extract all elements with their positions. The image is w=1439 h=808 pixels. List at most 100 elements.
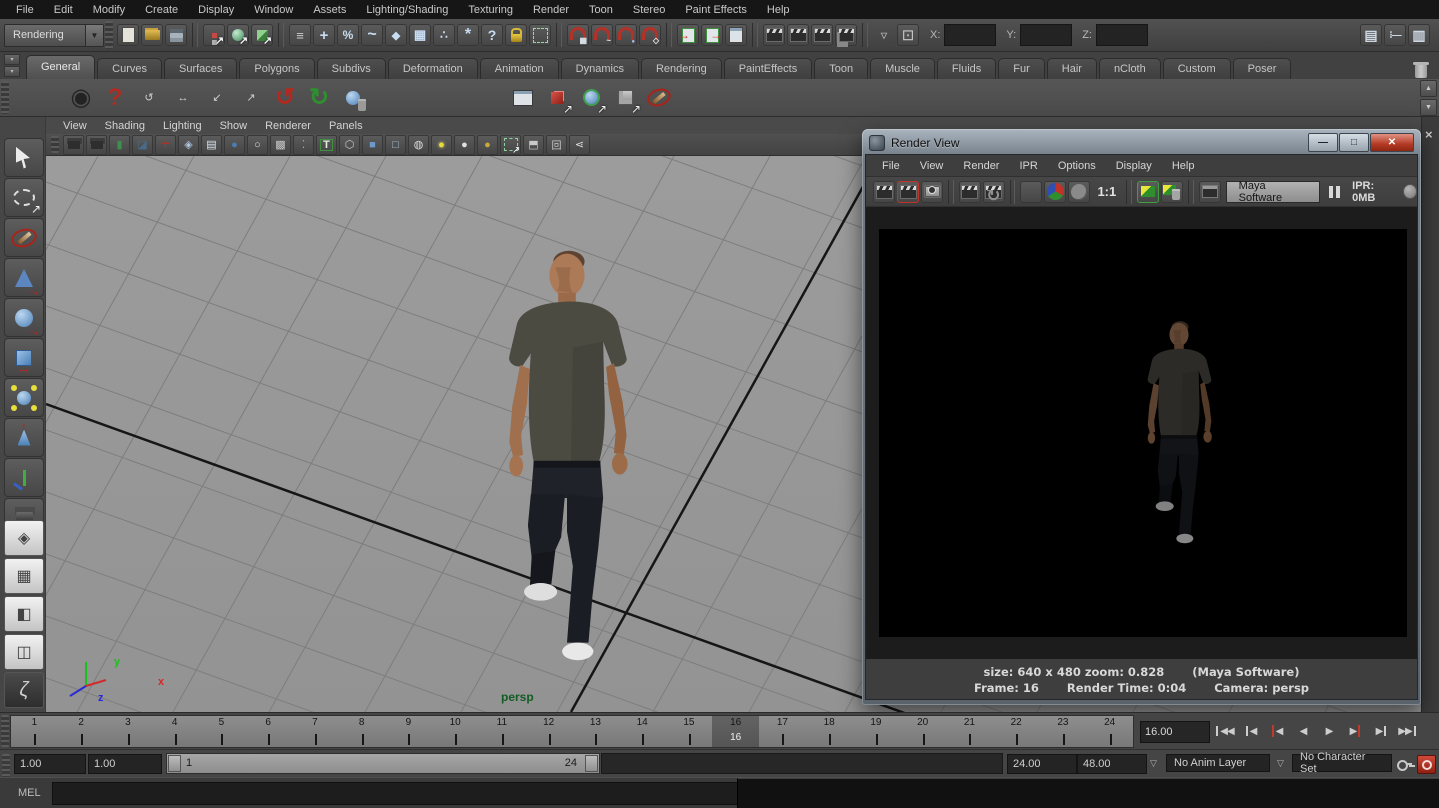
show-manipulator-tool[interactable]	[4, 458, 44, 497]
menu-item[interactable]: Paint Effects	[675, 1, 757, 19]
group-icon[interactable]	[440, 83, 470, 113]
paint-effects-icon[interactable]	[644, 83, 674, 113]
step-forward-frame-button[interactable]: ▶	[1368, 718, 1394, 744]
command-line-mode-label[interactable]: MEL	[18, 787, 41, 799]
mask-points-icon[interactable]	[313, 24, 335, 46]
shelf-arrow-icon[interactable]: ▾	[4, 66, 20, 77]
select-hierarchy-icon[interactable]	[203, 24, 225, 46]
go-to-end-button[interactable]: ▶▶	[1394, 718, 1420, 744]
render-view-menu-item[interactable]: Help	[1162, 158, 1205, 174]
pause-ipr-icon[interactable]	[1325, 181, 1345, 203]
mel-command-input[interactable]	[52, 782, 742, 805]
snap-to-grids-icon[interactable]	[567, 24, 589, 46]
close-icon[interactable]: ×	[1425, 127, 1433, 142]
unparent-icon[interactable]	[406, 83, 436, 113]
hypergraph-layout[interactable]	[4, 672, 44, 708]
shelf-tab[interactable]: Dynamics	[561, 58, 639, 79]
frame-ruler[interactable]: 1234567891011121314151616171819202122232…	[10, 715, 1134, 748]
shelf-trash-icon[interactable]	[1413, 61, 1429, 79]
range-start-handle[interactable]	[168, 755, 181, 772]
remove-image-icon[interactable]	[1161, 181, 1183, 203]
lighting-mode-icon[interactable]	[247, 135, 268, 155]
shelf-tab[interactable]: Rendering	[641, 58, 722, 79]
play-forwards-button[interactable]: ▶	[1316, 718, 1342, 744]
selection-highlight-icon[interactable]	[500, 135, 521, 155]
save-scene-icon[interactable]	[165, 24, 187, 46]
shelf-tab[interactable]: Curves	[97, 58, 162, 79]
shelf-tab[interactable]: Toon	[814, 58, 868, 79]
select-component-icon[interactable]	[251, 24, 273, 46]
renderer-selector[interactable]: Maya Software	[1226, 181, 1320, 203]
render-region-icon[interactable]	[1020, 181, 1042, 203]
viewport-toolbar-grip[interactable]	[51, 136, 59, 153]
resolution-gate-icon[interactable]	[546, 135, 567, 155]
input-connections-icon[interactable]	[677, 24, 699, 46]
textured-mode-icon[interactable]	[224, 135, 245, 155]
open-render-view-icon[interactable]	[763, 24, 785, 46]
character-set-selector[interactable]: No Character Set	[1292, 754, 1392, 772]
camera-attributes-icon[interactable]	[86, 135, 107, 155]
redo-icon[interactable]	[304, 83, 334, 113]
menu-item[interactable]: Lighting/Shading	[356, 1, 458, 19]
range-end-handle[interactable]	[585, 755, 598, 772]
mask-rendering-icon[interactable]	[457, 24, 479, 46]
mask-deformations-icon[interactable]	[409, 24, 431, 46]
flat-lighting-icon[interactable]	[454, 135, 475, 155]
menu-item[interactable]: Assets	[303, 1, 356, 19]
film-reel-icon[interactable]	[66, 83, 96, 113]
playback-start-field[interactable]	[88, 754, 162, 774]
node-editor-icon[interactable]	[508, 83, 538, 113]
polygon-cube-icon[interactable]	[610, 83, 640, 113]
frame-cell[interactable]: 21	[946, 716, 993, 747]
open-scene-icon[interactable]	[141, 24, 163, 46]
wireframe-mode-icon[interactable]	[178, 135, 199, 155]
wireframe-on-shaded-icon[interactable]	[362, 135, 383, 155]
frame-cell[interactable]: 4	[151, 716, 198, 747]
camera-pan-icon[interactable]	[168, 83, 198, 113]
output-connections-icon[interactable]	[701, 24, 723, 46]
animation-start-field[interactable]	[14, 754, 86, 774]
scroll-down-icon[interactable]: ▼	[1420, 99, 1437, 116]
camera-fly-icon[interactable]	[236, 83, 266, 113]
frame-cell[interactable]: 20	[899, 716, 946, 747]
shelf-tab[interactable]: nCloth	[1099, 58, 1161, 79]
menu-item[interactable]: Toon	[579, 1, 623, 19]
image-plane-icon[interactable]	[132, 135, 153, 155]
frame-cell[interactable]: 14	[619, 716, 666, 747]
backface-culling-icon[interactable]	[293, 135, 314, 155]
render-current-frame-icon[interactable]	[873, 181, 895, 203]
select-object-icon[interactable]	[227, 24, 249, 46]
xyz-input-mode-icon[interactable]	[897, 24, 919, 46]
menu-item[interactable]: Help	[757, 1, 800, 19]
render-settings-icon[interactable]	[835, 24, 857, 46]
render-view-menu-item[interactable]: Render	[953, 158, 1009, 174]
frame-cell[interactable]: 15	[666, 716, 713, 747]
menu-item[interactable]: Display	[188, 1, 244, 19]
shelf-tab[interactable]: Custom	[1163, 58, 1231, 79]
camera-orbit-icon[interactable]	[134, 83, 164, 113]
snap-to-points-icon[interactable]	[615, 24, 637, 46]
display-real-size-icon[interactable]	[1199, 181, 1221, 203]
split-pane-layout[interactable]	[4, 634, 44, 670]
mask-misc-icon[interactable]	[481, 24, 503, 46]
toolbar-grip[interactable]	[105, 21, 113, 49]
shelf-tab[interactable]: General	[26, 55, 95, 79]
film-gate-icon[interactable]	[523, 135, 544, 155]
universal-manipulator-tool[interactable]	[4, 378, 44, 417]
render-view-titlebar[interactable]: Render View — □ ✕	[865, 131, 1418, 154]
chevron-down-icon[interactable]: ▼	[85, 25, 103, 46]
help-line-icon[interactable]	[100, 83, 130, 113]
viewport-menu-item[interactable]: View	[54, 119, 96, 133]
frame-cell[interactable]: 8	[338, 716, 385, 747]
ambient-light-icon[interactable]	[431, 135, 452, 155]
xray-mode-icon[interactable]	[270, 135, 291, 155]
shelf-tab[interactable]: Fur	[998, 58, 1045, 79]
shelf-tab[interactable]: Subdivs	[317, 58, 386, 79]
outliner-pane-layout[interactable]	[4, 596, 44, 632]
menu-item[interactable]: Window	[244, 1, 303, 19]
snapshot-icon[interactable]	[921, 181, 943, 203]
current-time-field[interactable]	[1140, 721, 1210, 743]
snap-to-curves-icon[interactable]	[591, 24, 613, 46]
anim-layer-dropdown-icon[interactable]: ▽	[1150, 758, 1157, 769]
viewport-menu-item[interactable]: Panels	[320, 119, 372, 133]
